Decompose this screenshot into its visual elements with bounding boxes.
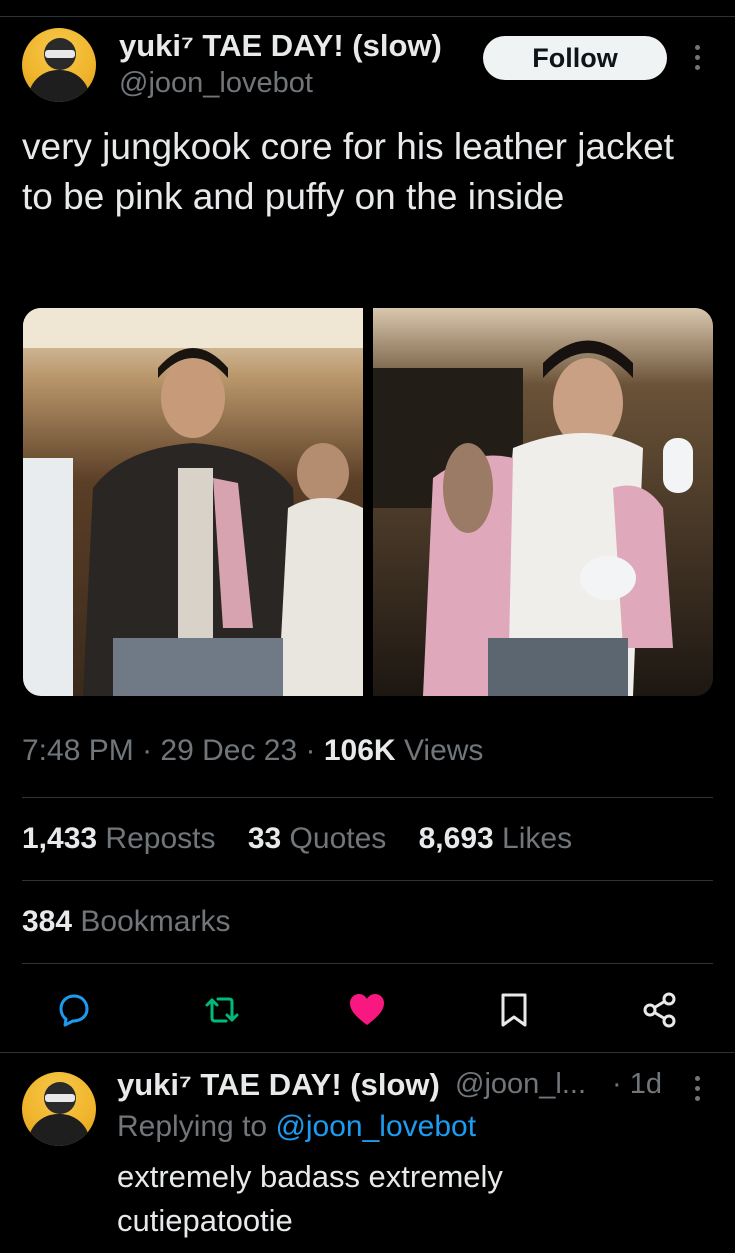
- follow-button[interactable]: Follow: [483, 36, 667, 80]
- tweet-date[interactable]: 29 Dec 23: [160, 734, 297, 767]
- tweet-text: very jungkook core for his leather jacke…: [22, 126, 674, 217]
- reply-author-avatar[interactable]: [22, 1072, 96, 1146]
- quotes-label: Quotes: [289, 822, 387, 855]
- bookmark-icon[interactable]: [494, 990, 534, 1030]
- reply-text: extremely badass extremely cutiepatootie: [117, 1159, 503, 1238]
- likes-label: Likes: [502, 822, 573, 855]
- reply-time[interactable]: · 1d: [612, 1068, 662, 1101]
- author-avatar[interactable]: [22, 28, 96, 102]
- views-label: Views: [403, 734, 484, 767]
- likes-count: 8,693: [418, 822, 494, 855]
- reply-author-handle[interactable]: @joon_l...: [455, 1068, 586, 1101]
- views-count: 106K: [323, 734, 396, 767]
- divider: [0, 1052, 735, 1053]
- bookmarks-count: 384: [22, 905, 73, 938]
- reposts-stat[interactable]: 1,433 Reposts: [22, 822, 215, 855]
- quotes-stat[interactable]: 33 Quotes: [248, 822, 386, 855]
- reply-icon[interactable]: [53, 990, 93, 1030]
- reposts-label: Reposts: [105, 822, 216, 855]
- tweet-time[interactable]: 7:48 PM: [22, 734, 134, 767]
- more-options-icon[interactable]: [692, 45, 702, 75]
- replying-to-line: Replying to @joon_lovebot: [117, 1110, 476, 1144]
- meta-separator: ·: [305, 734, 316, 767]
- repost-icon[interactable]: [202, 990, 242, 1030]
- tweet-meta: 7:48 PM · 29 Dec 23 · 106K Views: [22, 734, 483, 768]
- reply-author-name[interactable]: yuki⁷ TAE DAY! (slow): [117, 1067, 440, 1103]
- tweet-detail-page: yuki⁷ TAE DAY! (slow) @joon_lovebot Foll…: [0, 0, 735, 1253]
- author-handle[interactable]: @joon_lovebot: [119, 67, 313, 100]
- engagement-stats: 1,433 Reposts 33 Quotes 8,693 Likes: [22, 822, 596, 856]
- divider: [22, 963, 713, 964]
- like-icon[interactable]: [347, 990, 387, 1030]
- meta-separator: ·: [142, 734, 153, 767]
- replying-to-prefix: Replying to: [117, 1110, 268, 1143]
- tweet-photo-1[interactable]: [23, 308, 363, 696]
- divider: [22, 797, 713, 798]
- quotes-count: 33: [247, 822, 282, 855]
- reposts-count: 1,433: [22, 822, 98, 855]
- reply-more-options-icon[interactable]: [692, 1076, 702, 1106]
- bookmarks-stat[interactable]: 384 Bookmarks: [22, 905, 230, 939]
- tweet-photo-2[interactable]: [373, 308, 713, 696]
- bookmarks-label: Bookmarks: [80, 905, 231, 938]
- replying-to-handle[interactable]: @joon_lovebot: [275, 1110, 476, 1143]
- author-name[interactable]: yuki⁷ TAE DAY! (slow): [119, 28, 442, 64]
- top-divider: [0, 16, 735, 17]
- divider: [22, 880, 713, 881]
- likes-stat[interactable]: 8,693 Likes: [419, 822, 572, 855]
- share-icon[interactable]: [640, 990, 680, 1030]
